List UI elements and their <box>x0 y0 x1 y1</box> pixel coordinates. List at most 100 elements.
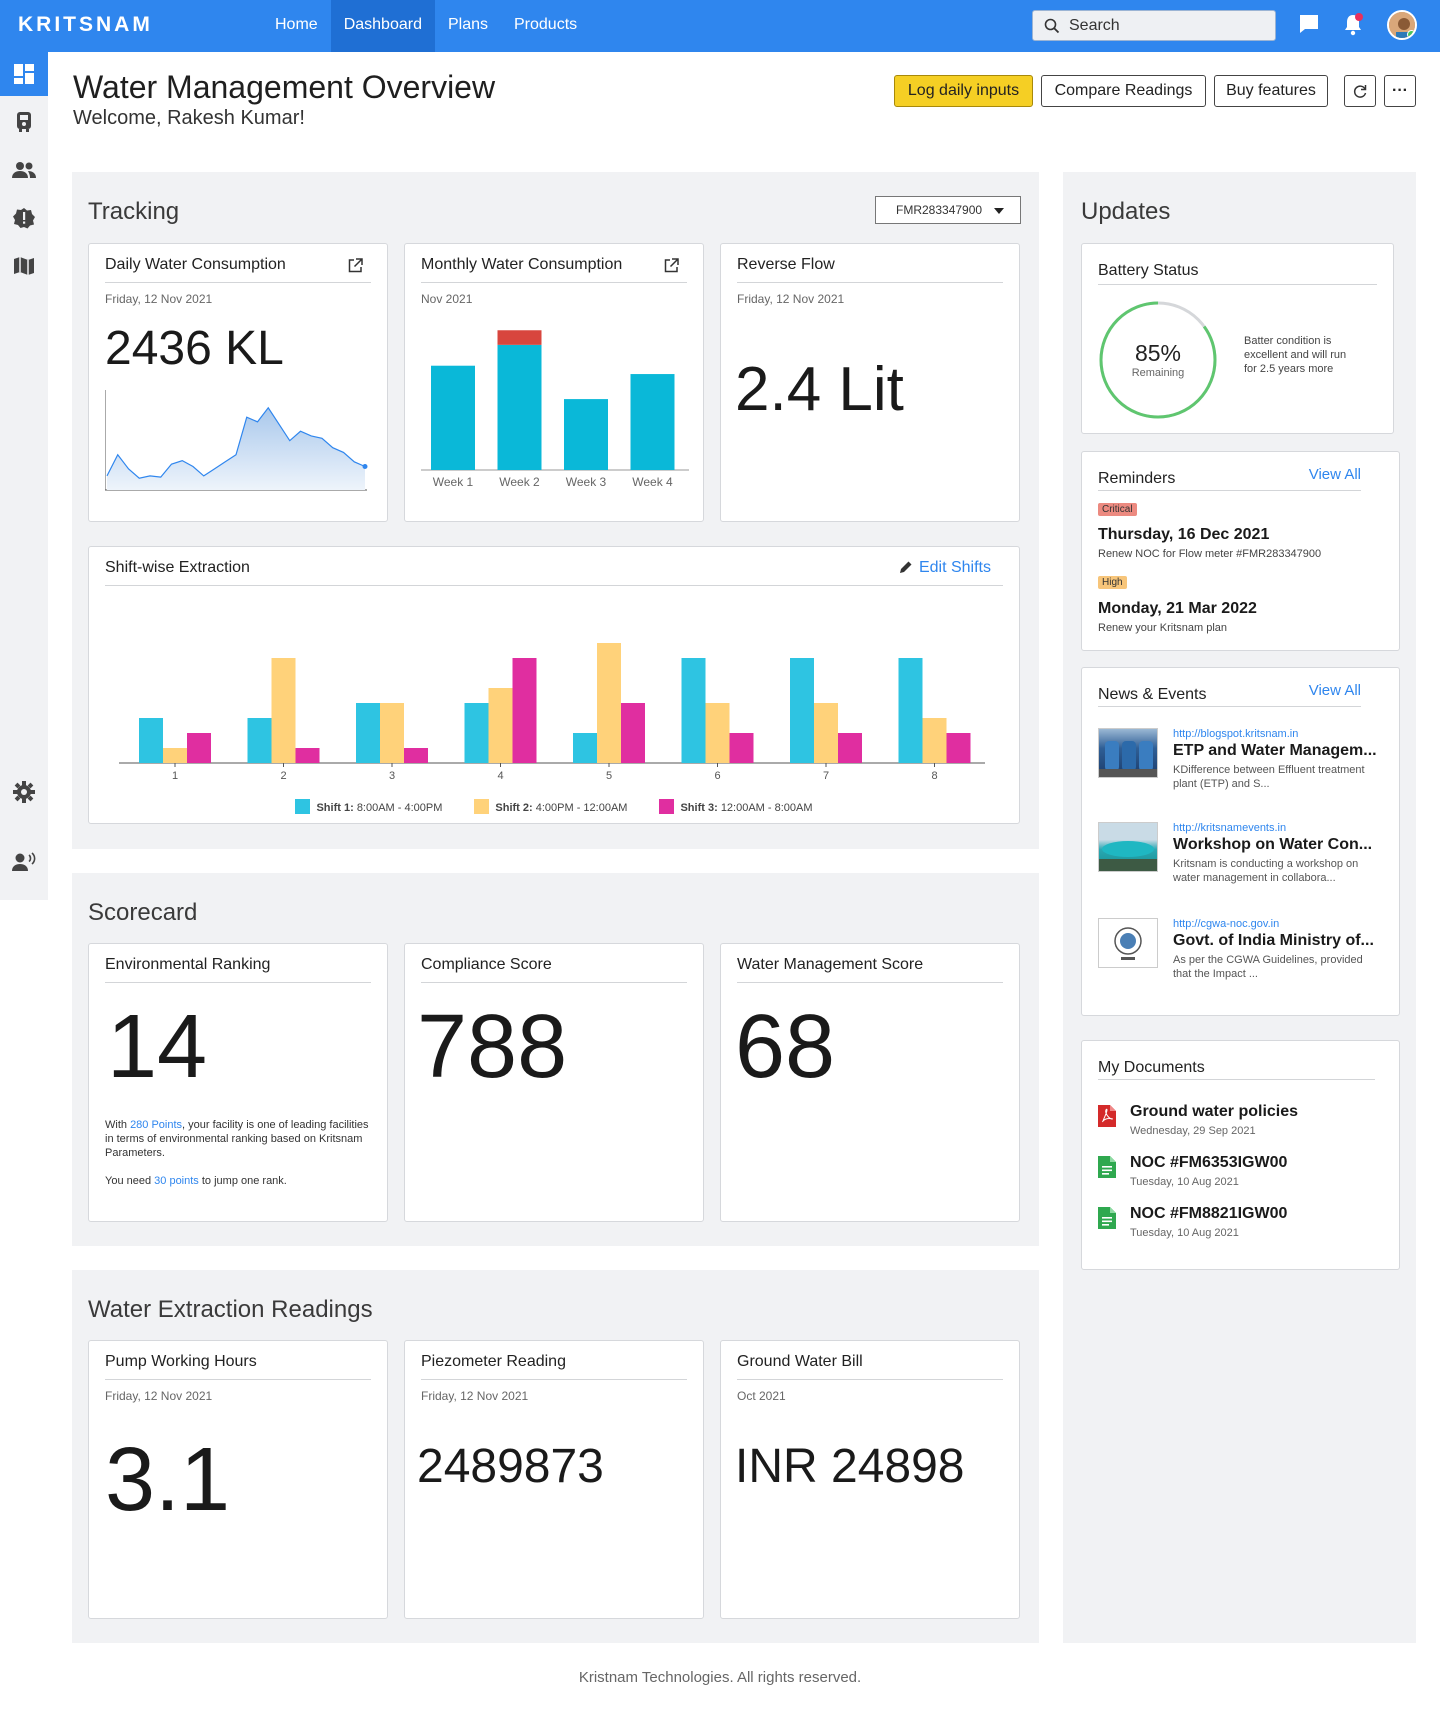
bar-shift-3-group-5[interactable] <box>621 703 645 763</box>
scorecard-title: Scorecard <box>88 899 198 926</box>
sidebar-item-alerts[interactable] <box>0 196 48 240</box>
card-title: Water Management Score <box>737 956 924 973</box>
news-title[interactable]: Govt. of India Ministry of... <box>1173 932 1374 950</box>
bar-shift-2-group-2[interactable] <box>271 658 296 763</box>
bar-shift-3-group-7[interactable] <box>838 733 862 763</box>
compliance-score-card: Compliance Score 788 <box>404 943 704 1222</box>
nav-home[interactable]: Home <box>262 0 331 52</box>
monthly-consumption-card: Monthly Water Consumption Nov 2021 Week … <box>404 243 704 522</box>
bar-shift-3-group-1[interactable] <box>187 733 211 763</box>
bar-week-1[interactable] <box>431 365 475 470</box>
bar-shift-1-group-3[interactable] <box>356 703 380 763</box>
news-events-card: News & Events View All http://blogspot.k… <box>1081 667 1400 1016</box>
edit-shifts-link[interactable]: Edit Shifts <box>899 559 991 577</box>
search-input[interactable]: Search <box>1032 10 1276 41</box>
sidebar-item-support[interactable] <box>0 840 48 884</box>
document-title[interactable]: NOC #FM6353IGW00 <box>1130 1154 1287 1172</box>
bar-week-3[interactable] <box>564 399 608 470</box>
needed-points-link[interactable]: 30 points <box>154 1175 199 1187</box>
battery-gauge: 85% Remaining <box>1098 300 1218 420</box>
news-thumbnail[interactable] <box>1098 918 1158 968</box>
meter-select[interactable]: FMR283347900 <box>875 196 1021 224</box>
news-url[interactable]: http://blogspot.kritsnam.in <box>1173 728 1298 740</box>
bar-week-2[interactable] <box>497 344 542 470</box>
bar-shift-2-group-5[interactable] <box>597 643 621 763</box>
search-placeholder: Search <box>1069 17 1120 34</box>
open-external-icon[interactable] <box>348 258 363 273</box>
bar-shift-2-group-4[interactable] <box>488 688 513 763</box>
brand-logo[interactable]: KRITSNAM <box>18 13 153 37</box>
bar-shift-3-group-6[interactable] <box>729 733 754 763</box>
bar-shift-3-group-2[interactable] <box>295 748 320 763</box>
legend-item-shift-1[interactable]: Shift 1: 8:00AM - 4:00PM <box>295 799 442 814</box>
legend-item-shift-3[interactable]: Shift 3: 12:00AM - 8:00AM <box>659 799 813 814</box>
news-thumbnail[interactable] <box>1098 822 1158 872</box>
bar-shift-3-group-4[interactable] <box>512 658 537 763</box>
reminders-view-all-link[interactable]: View All <box>1309 466 1361 483</box>
bar-shift-3-group-3[interactable] <box>404 748 428 763</box>
buy-features-button[interactable]: Buy features <box>1214 75 1328 107</box>
refresh-button[interactable] <box>1344 75 1376 107</box>
bar-shift-2-group-3[interactable] <box>380 703 404 763</box>
compliance-score-value: 788 <box>417 997 568 1097</box>
bar-shift-1-group-5[interactable] <box>573 733 597 763</box>
bar-shift-2-group-8[interactable] <box>922 718 947 763</box>
compare-readings-button[interactable]: Compare Readings <box>1041 75 1206 107</box>
bar-shift-1-group-7[interactable] <box>790 658 814 763</box>
x-tick-label: 5 <box>606 770 612 782</box>
government-emblem-icon <box>1114 927 1142 960</box>
bar-week-2-excess[interactable] <box>497 330 542 345</box>
bar-shift-1-group-2[interactable] <box>247 718 272 763</box>
sidebar-item-dashboard[interactable] <box>0 52 48 96</box>
voice-support-icon <box>12 852 36 871</box>
bar-shift-2-group-7[interactable] <box>814 703 838 763</box>
footer-copyright: Kristnam Technologies. All rights reserv… <box>578 1669 862 1686</box>
notification-bell-icon[interactable] <box>1342 13 1364 37</box>
battery-note: Batter condition is excellent and will r… <box>1244 335 1347 375</box>
bar-shift-1-group-1[interactable] <box>139 718 163 763</box>
sparkline-last-point[interactable] <box>362 464 368 469</box>
bar-shift-1-group-8[interactable] <box>898 658 923 763</box>
card-date: Friday, 12 Nov 2021 <box>105 1389 213 1403</box>
chevron-down-icon <box>994 208 1004 214</box>
sidebar-item-map[interactable] <box>0 244 48 288</box>
bar-shift-1-group-4[interactable] <box>464 703 489 763</box>
news-view-all-link[interactable]: View All <box>1309 682 1361 699</box>
sidebar-item-users[interactable] <box>0 148 48 192</box>
welcome-message: Welcome, Rakesh Kumar! <box>73 107 305 129</box>
news-url[interactable]: http://cgwa-noc.gov.in <box>1173 918 1279 930</box>
x-tick-label: 2 <box>280 770 286 782</box>
bar-shift-2-group-6[interactable] <box>705 703 730 763</box>
news-thumbnail[interactable] <box>1098 728 1158 778</box>
reminder-date: Thursday, 16 Dec 2021 <box>1098 526 1270 543</box>
news-title[interactable]: ETP and Water Managem... <box>1173 742 1377 760</box>
open-external-icon[interactable] <box>664 258 679 273</box>
bar-week-4[interactable] <box>630 374 675 470</box>
document-date: Tuesday, 10 Aug 2021 <box>1130 1227 1239 1239</box>
chat-icon[interactable] <box>1298 13 1320 35</box>
log-daily-inputs-button[interactable]: Log daily inputs <box>894 75 1033 107</box>
document-date: Tuesday, 10 Aug 2021 <box>1130 1176 1239 1188</box>
nav-dashboard[interactable]: Dashboard <box>330 0 435 52</box>
environmental-ranking-value: 14 <box>107 997 208 1097</box>
bar-shift-2-group-1[interactable] <box>163 748 187 763</box>
search-icon <box>1044 18 1060 34</box>
nav-products[interactable]: Products <box>501 0 590 52</box>
x-tick-label: Week 2 <box>499 475 540 489</box>
document-title[interactable]: NOC #FM8821IGW00 <box>1130 1205 1287 1223</box>
sidebar-item-settings[interactable] <box>0 770 48 814</box>
bar-shift-1-group-6[interactable] <box>681 658 706 763</box>
sidebar-item-meter[interactable] <box>0 100 48 144</box>
chart-legend: Shift 1: 8:00AM - 4:00PM Shift 2: 4:00PM… <box>89 799 1019 814</box>
bar-shift-3-group-8[interactable] <box>946 733 971 763</box>
news-url[interactable]: http://kritsnamevents.in <box>1173 822 1286 834</box>
document-title[interactable]: Ground water policies <box>1130 1103 1298 1121</box>
user-avatar[interactable] <box>1387 10 1417 40</box>
points-link[interactable]: 280 Points <box>130 1119 182 1131</box>
daily-consumption-sparkline <box>105 390 368 491</box>
more-options-button[interactable]: ··· <box>1384 75 1416 107</box>
legend-item-shift-2[interactable]: Shift 2: 4:00PM - 12:00AM <box>474 799 627 814</box>
news-title[interactable]: Workshop on Water Con... <box>1173 836 1372 854</box>
nav-plans[interactable]: Plans <box>435 0 501 52</box>
piezometer-value: 2489873 <box>417 1440 604 1493</box>
